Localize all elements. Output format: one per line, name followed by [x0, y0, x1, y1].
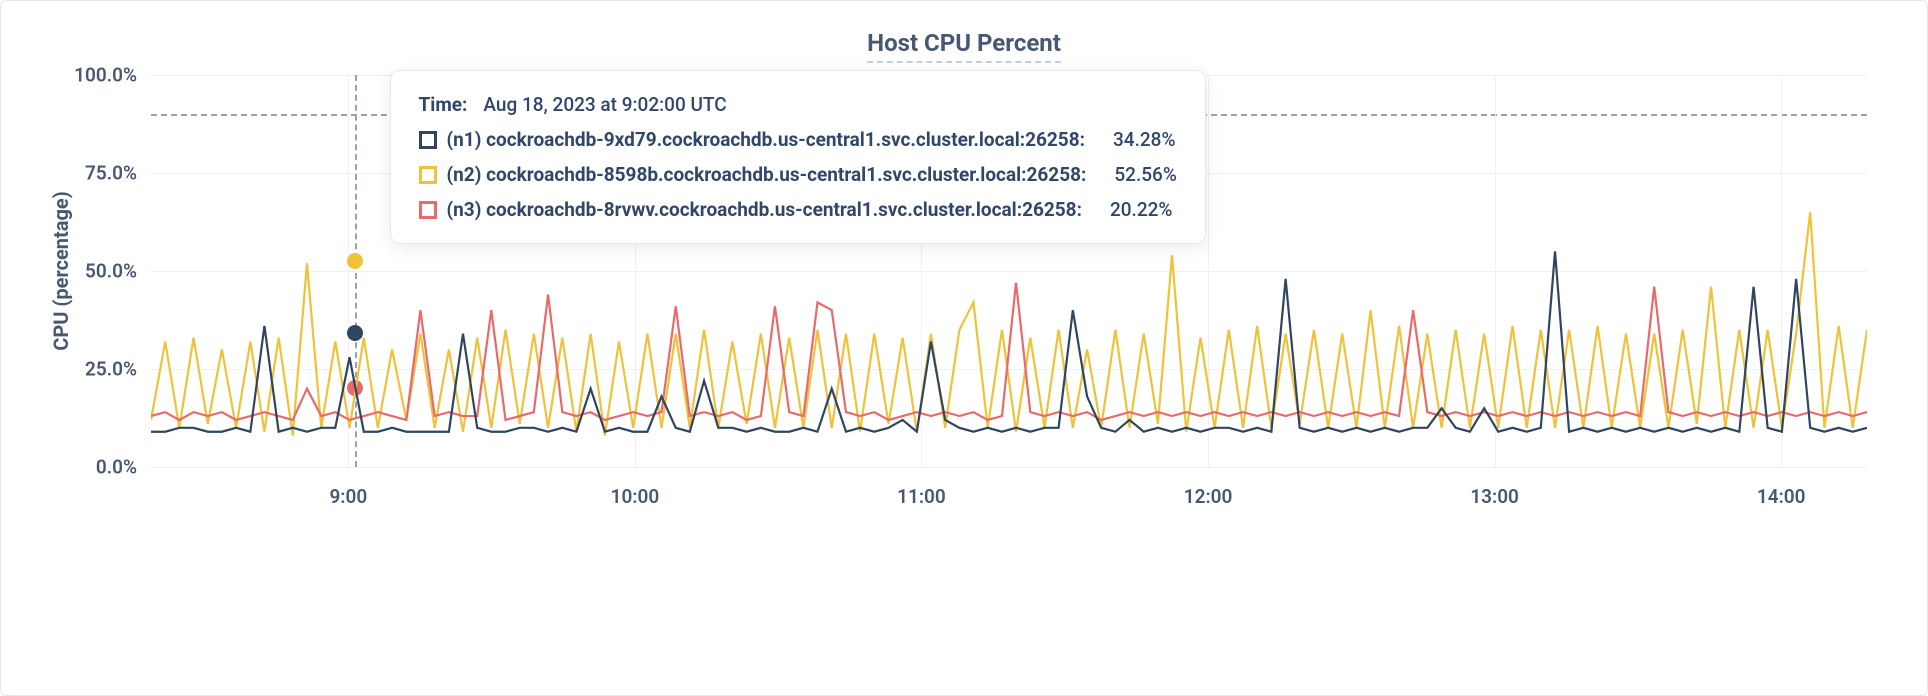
- tooltip-time-value: Aug 18, 2023 at 9:02:00 UTC: [483, 93, 726, 116]
- tooltip-series-label: (n3) cockroachdb-8rvwv.cockroachdb.us-ce…: [447, 198, 1082, 221]
- x-tick: 12:00: [1184, 485, 1233, 508]
- tooltip-series-value: 34.28%: [1113, 128, 1175, 151]
- x-tick: 14:00: [1757, 485, 1806, 508]
- plot-area[interactable]: CPU (percentage) 100.0% 75.0% 50.0% 25.0…: [151, 75, 1867, 467]
- y-tick: 0.0%: [96, 456, 137, 479]
- x-tick: 9:00: [329, 485, 367, 508]
- y-tick: 75.0%: [85, 162, 137, 185]
- y-tick: 25.0%: [85, 358, 137, 381]
- legend-swatch-icon: [419, 131, 437, 149]
- legend-swatch-icon: [419, 166, 437, 184]
- y-axis-label: CPU (percentage): [49, 191, 73, 350]
- y-tick: 100.0%: [74, 64, 137, 87]
- chart-panel: Host CPU Percent CPU (percentage) 100.0%…: [0, 0, 1928, 696]
- series-line: [151, 283, 1867, 420]
- y-tick: 50.0%: [85, 260, 137, 283]
- x-tick: 10:00: [611, 485, 660, 508]
- chart-title: Host CPU Percent: [867, 29, 1061, 63]
- tooltip-series-value: 20.22%: [1110, 198, 1172, 221]
- x-tick: 11:00: [897, 485, 946, 508]
- legend-swatch-icon: [419, 201, 437, 219]
- tooltip-series-label: (n1) cockroachdb-9xd79.cockroachdb.us-ce…: [447, 128, 1085, 151]
- hover-tooltip: Time: Aug 18, 2023 at 9:02:00 UTC (n1) c…: [390, 70, 1206, 244]
- x-tick: 13:00: [1470, 485, 1519, 508]
- chart-title-wrap: Host CPU Percent: [41, 29, 1887, 63]
- tooltip-series-value: 52.56%: [1114, 163, 1176, 186]
- tooltip-time-label: Time:: [419, 93, 468, 116]
- tooltip-series-label: (n2) cockroachdb-8598b.cockroachdb.us-ce…: [447, 163, 1087, 186]
- grid-line: [151, 467, 1867, 468]
